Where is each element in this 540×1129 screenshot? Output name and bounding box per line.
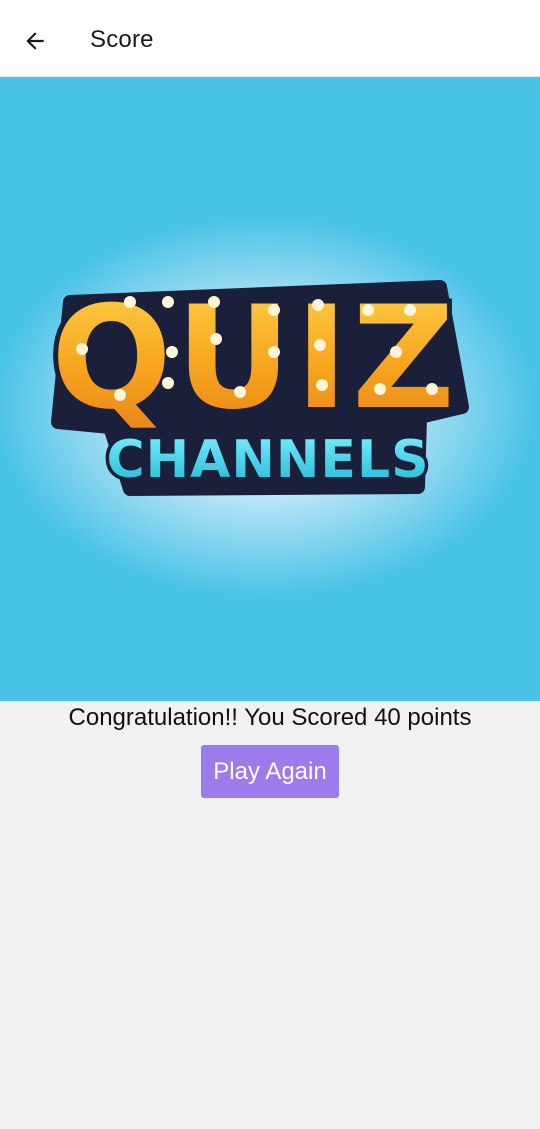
app-bar: Score — [0, 0, 540, 77]
page-title: Score — [90, 26, 154, 53]
quiz-channels-banner: QUIZ CHANNELS — [0, 77, 540, 701]
quiz-channels-logo: QUIZ CHANNELS — [46, 271, 469, 496]
logo-quiz-text: QUIZ — [51, 276, 459, 441]
back-button[interactable] — [18, 24, 52, 58]
logo-channels-text: CHANNELS — [106, 430, 429, 490]
play-again-button[interactable]: Play Again — [201, 745, 339, 798]
score-message: Congratulation!! You Scored 40 points — [68, 704, 472, 731]
arrow-left-icon — [26, 32, 44, 50]
